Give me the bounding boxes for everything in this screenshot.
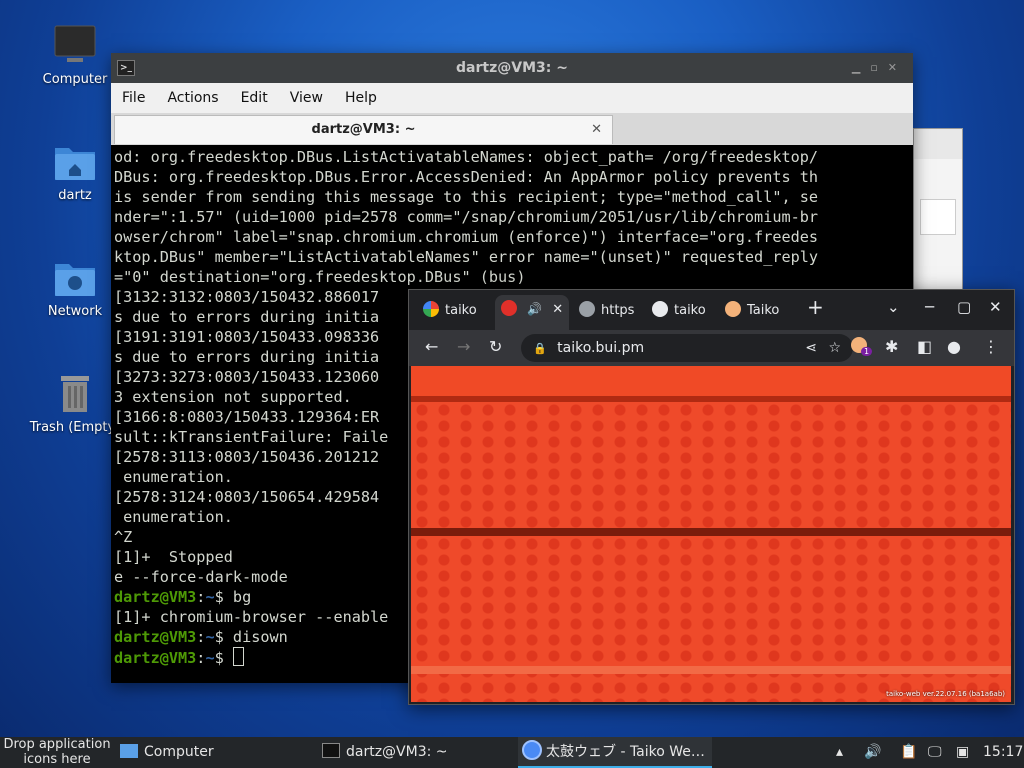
menu-help[interactable]: Help — [334, 90, 388, 106]
clipboard-icon[interactable]: 📋 — [900, 737, 917, 768]
browser-toolbar: ← → ↻ 🔒 taiko.bui.pm ⋖ ☆ 1 ✱ ◧ ● ⋮ — [409, 330, 1014, 366]
computer-icon — [53, 24, 97, 68]
profile-icon[interactable]: ● — [947, 337, 961, 356]
terminal-line: ="0" destination="org.freedesktop.DBus" … — [114, 268, 526, 286]
browser-window[interactable]: taiko 🔊 ✕ https taiko Taiko + ⌄ ─ ▢ ✕ ← … — [408, 289, 1015, 705]
new-tab-icon[interactable]: + — [807, 295, 824, 319]
version-label: taiko-web ver.22.07.16 (ba1a6ab) — [886, 690, 1005, 698]
extension-badge: 1 — [861, 347, 873, 356]
trash-icon — [53, 372, 97, 416]
clock[interactable]: 15:17 — [983, 737, 1023, 768]
desktop-icon-home[interactable]: dartz — [27, 140, 123, 203]
pattern-band-upper — [411, 402, 1011, 528]
maximize-icon[interactable]: ▢ — [957, 298, 971, 316]
lock-icon: 🔒 — [533, 342, 547, 355]
browser-tab[interactable]: https — [579, 297, 647, 325]
terminal-line: ktop.DBus" member="ListActivatableNames"… — [114, 248, 819, 266]
terminal-line: DBus: org.freedesktop.DBus.Error.AccessD… — [114, 168, 819, 186]
taiko-icon — [501, 300, 517, 316]
prompt-user: dartz@VM3 — [114, 588, 197, 606]
taskbar-browser[interactable]: 太鼓ウェブ - Taiko We… — [518, 737, 712, 768]
taiko-game-viewport[interactable]: taiko-web ver.22.07.16 (ba1a6ab) — [411, 366, 1011, 702]
taskbar: Drop application icons here Computer dar… — [0, 737, 1024, 768]
browser-tab[interactable]: Taiko — [725, 297, 793, 325]
folder-icon — [120, 744, 138, 758]
side-panel-icon[interactable]: ◧ — [917, 337, 932, 356]
taiko-don-icon — [725, 301, 741, 317]
terminal-icon: >_ — [117, 60, 135, 76]
menu-kebab-icon[interactable]: ⋮ — [983, 337, 999, 356]
github-icon — [652, 301, 668, 317]
close-tab-icon[interactable]: ✕ — [591, 116, 602, 144]
terminal-line: is sender from sending this message to t… — [114, 188, 819, 206]
home-folder-icon — [53, 140, 97, 184]
network-folder-icon — [53, 256, 97, 300]
audio-playing-icon[interactable]: 🔊 — [527, 302, 542, 316]
close-tab-icon[interactable]: ✕ — [552, 302, 563, 317]
desktop-icon-network[interactable]: Network — [27, 256, 123, 319]
back-icon[interactable]: ← — [425, 337, 438, 356]
background-window[interactable] — [913, 128, 963, 290]
terminal-line: nder=":1.57" (uid=1000 pid=2578 comm="/s… — [114, 208, 819, 226]
prompt-user: dartz@VM3 — [114, 649, 197, 667]
browser-tab[interactable]: taiko — [423, 297, 493, 325]
bookmark-star-icon[interactable]: ☆ — [828, 334, 841, 362]
taskbar-terminal[interactable]: dartz@VM3: ~ — [322, 737, 448, 768]
menu-actions[interactable]: Actions — [156, 90, 229, 106]
browser-tabstrip: taiko 🔊 ✕ https taiko Taiko + ⌄ ─ ▢ ✕ — [409, 290, 1014, 330]
volume-icon[interactable]: 🔊 — [864, 737, 881, 768]
desktop-icon-label: Network — [47, 304, 103, 319]
browser-tab-active[interactable]: 🔊 ✕ — [495, 295, 569, 330]
divider — [411, 528, 1011, 536]
reload-icon[interactable]: ↻ — [489, 337, 502, 356]
desktop-icon-label: Trash (Empty) — [29, 420, 121, 435]
globe-icon — [579, 301, 595, 317]
terminal-cursor — [232, 647, 244, 666]
prompt-user: dartz@VM3 — [114, 628, 197, 646]
prompt-path: ~ — [205, 649, 215, 667]
menu-edit[interactable]: Edit — [230, 90, 279, 106]
desktop-icon-computer[interactable]: Computer — [27, 24, 123, 87]
browser-tab[interactable]: taiko — [652, 297, 720, 325]
terminal-titlebar[interactable]: >_ dartz@VM3: ~ ▁▫✕ — [111, 53, 913, 83]
chromium-icon — [522, 740, 542, 760]
menu-file[interactable]: File — [111, 90, 156, 106]
highlight-strip — [411, 666, 1011, 674]
address-bar[interactable]: 🔒 taiko.bui.pm ⋖ ☆ — [521, 334, 853, 362]
desktop-icon-label: dartz — [58, 188, 92, 203]
prompt-path: ~ — [205, 628, 215, 646]
terminal-tab[interactable]: dartz@VM3: ~ ✕ — [114, 115, 613, 144]
network-tray-icon[interactable]: 🖵 — [928, 737, 942, 768]
tray-up-icon[interactable]: ▴ — [836, 737, 843, 768]
desktop-icon-label: Computer — [42, 72, 108, 87]
tab-search-icon[interactable]: ⌄ — [887, 298, 900, 316]
command-text: disown — [232, 628, 288, 646]
terminal-tab-title: dartz@VM3: ~ — [311, 122, 416, 137]
minimize-icon[interactable]: ─ — [925, 298, 934, 316]
extensions-puzzle-icon[interactable]: ✱ — [885, 337, 898, 356]
taskbar-computer[interactable]: Computer — [120, 737, 214, 768]
terminal-tabbar: dartz@VM3: ~ ✕ — [111, 113, 913, 145]
menu-view[interactable]: View — [279, 90, 334, 106]
terminal-icon — [322, 743, 340, 758]
google-icon — [423, 301, 439, 317]
terminal-line: od: org.freedesktop.DBus.ListActivatable… — [114, 148, 819, 166]
terminal-menubar: File Actions Edit View Help — [111, 83, 913, 113]
command-text: bg — [232, 588, 252, 606]
launcher-drop-area[interactable]: Drop application icons here — [0, 737, 114, 768]
terminal-line: owser/chrom" label="snap.chromium.chromi… — [114, 228, 819, 246]
pattern-band-lower — [411, 536, 1011, 702]
top-strip — [411, 366, 1011, 396]
prompt-path: ~ — [205, 588, 215, 606]
terminal-title: dartz@VM3: ~ — [456, 60, 568, 76]
url-text: taiko.bui.pm — [557, 340, 645, 356]
close-window-icon[interactable]: ✕ — [989, 298, 1002, 316]
extension-taiko-icon[interactable]: 1 — [851, 337, 873, 357]
forward-icon[interactable]: → — [457, 337, 470, 356]
share-icon[interactable]: ⋖ — [805, 334, 817, 362]
window-controls[interactable]: ▁▫✕ — [852, 53, 907, 83]
notification-icon[interactable]: ▣ — [956, 737, 969, 768]
